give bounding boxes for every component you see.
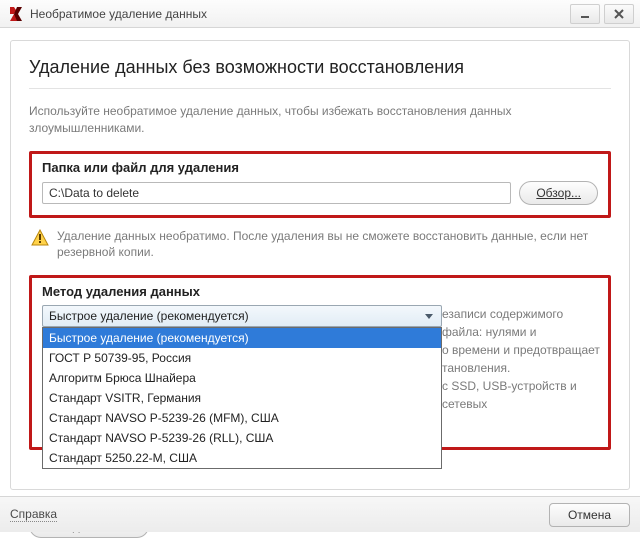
method-option[interactable]: Стандарт VSITR, Германия bbox=[43, 388, 441, 408]
folder-group-title: Папка или файл для удаления bbox=[42, 160, 598, 175]
path-input[interactable] bbox=[42, 182, 511, 204]
method-group: Метод удаления данных Быстрое удаление (… bbox=[29, 275, 611, 450]
minimize-button[interactable] bbox=[570, 4, 600, 24]
method-group-title: Метод удаления данных bbox=[42, 284, 598, 299]
close-button[interactable] bbox=[604, 4, 634, 24]
main-panel: Удаление данных без возможности восстано… bbox=[10, 40, 630, 490]
method-option[interactable]: Стандарт NAVSO P-5239-26 (MFM), США bbox=[43, 408, 441, 428]
app-icon bbox=[8, 6, 24, 22]
page-title: Удаление данных без возможности восстано… bbox=[29, 57, 611, 78]
warning-icon bbox=[31, 229, 49, 247]
warning-row: Удаление данных необратимо. После удален… bbox=[31, 228, 609, 262]
method-option[interactable]: Стандарт 5250.22-M, США bbox=[43, 448, 441, 468]
method-option[interactable]: Алгоритм Брюса Шнайера bbox=[43, 368, 441, 388]
browse-button[interactable]: Обзор... bbox=[519, 181, 598, 205]
method-option[interactable]: ГОСТ Р 50739-95, Россия bbox=[43, 348, 441, 368]
divider bbox=[29, 88, 611, 89]
folder-group: Папка или файл для удаления Обзор... bbox=[29, 151, 611, 218]
method-select[interactable]: Быстрое удаление (рекомендуется) bbox=[42, 305, 442, 327]
help-link[interactable]: Справка bbox=[10, 507, 57, 522]
method-option[interactable]: Стандарт NAVSO P-5239-26 (RLL), США bbox=[43, 428, 441, 448]
method-dropdown[interactable]: Быстрое удаление (рекомендуется)ГОСТ Р 5… bbox=[42, 327, 442, 469]
footer: Справка Отмена bbox=[0, 496, 640, 532]
method-select-value: Быстрое удаление (рекомендуется) bbox=[49, 309, 249, 323]
method-option[interactable]: Быстрое удаление (рекомендуется) bbox=[43, 328, 441, 348]
method-description: езаписи содержимого файла: нулями и о вр… bbox=[442, 305, 612, 413]
intro-text: Используйте необратимое удаление данных,… bbox=[29, 103, 611, 137]
chevron-down-icon bbox=[421, 308, 437, 324]
warning-text: Удаление данных необратимо. После удален… bbox=[57, 228, 609, 262]
titlebar: Необратимое удаление данных bbox=[0, 0, 640, 28]
cancel-button[interactable]: Отмена bbox=[549, 503, 630, 527]
window-title: Необратимое удаление данных bbox=[30, 7, 566, 21]
